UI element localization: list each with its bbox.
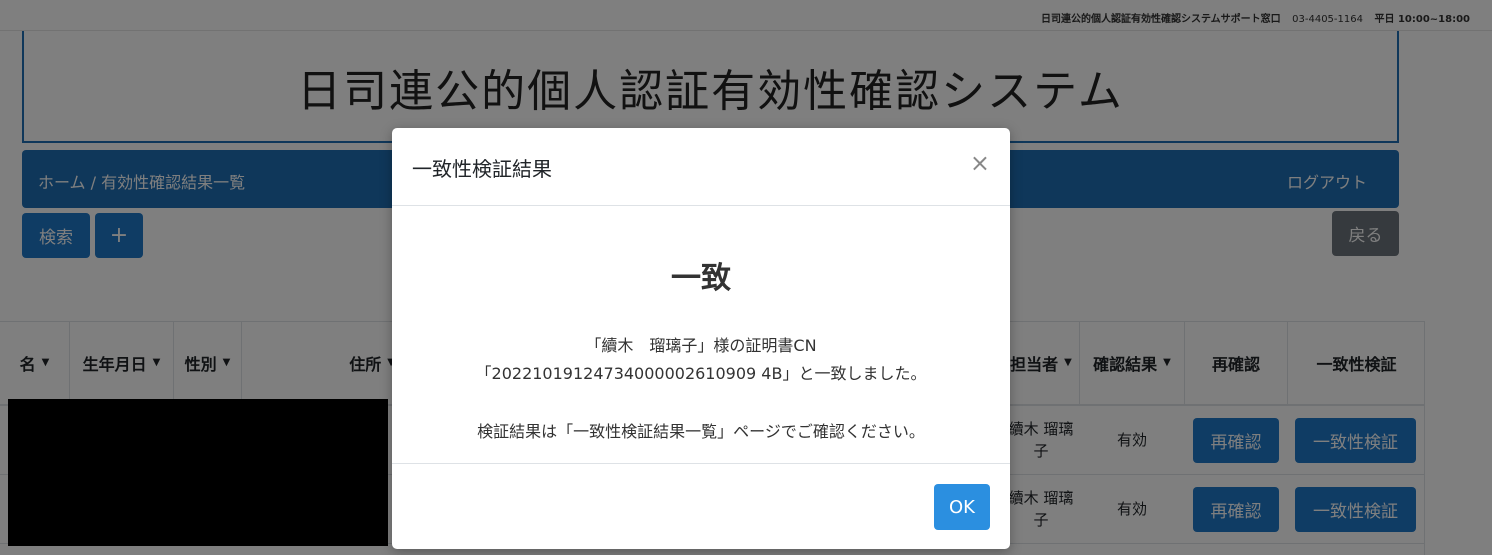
result-heading: 一致 [671,261,731,296]
verification-result-dialog: 一致性検証結果 × 一致 「續木 瑠璃子」様の証明書CN 「2022101912… [392,128,1010,549]
close-icon[interactable]: × [970,151,990,175]
result-message-line3: 検証結果は「一致性検証結果一覧」ページでご確認ください。 [477,422,925,441]
ok-button[interactable]: OK [934,484,990,530]
result-message-line2: 「20221019124734000002610909 4B」と一致しました。 [475,364,927,383]
dialog-title: 一致性検証結果 [412,157,552,181]
dialog-header: 一致性検証結果 × [392,128,1010,206]
result-message-line1: 「續木 瑠璃子」様の証明書CN [585,336,817,355]
dialog-body: 一致 「續木 瑠璃子」様の証明書CN 「20221019124734000002… [392,206,1010,464]
